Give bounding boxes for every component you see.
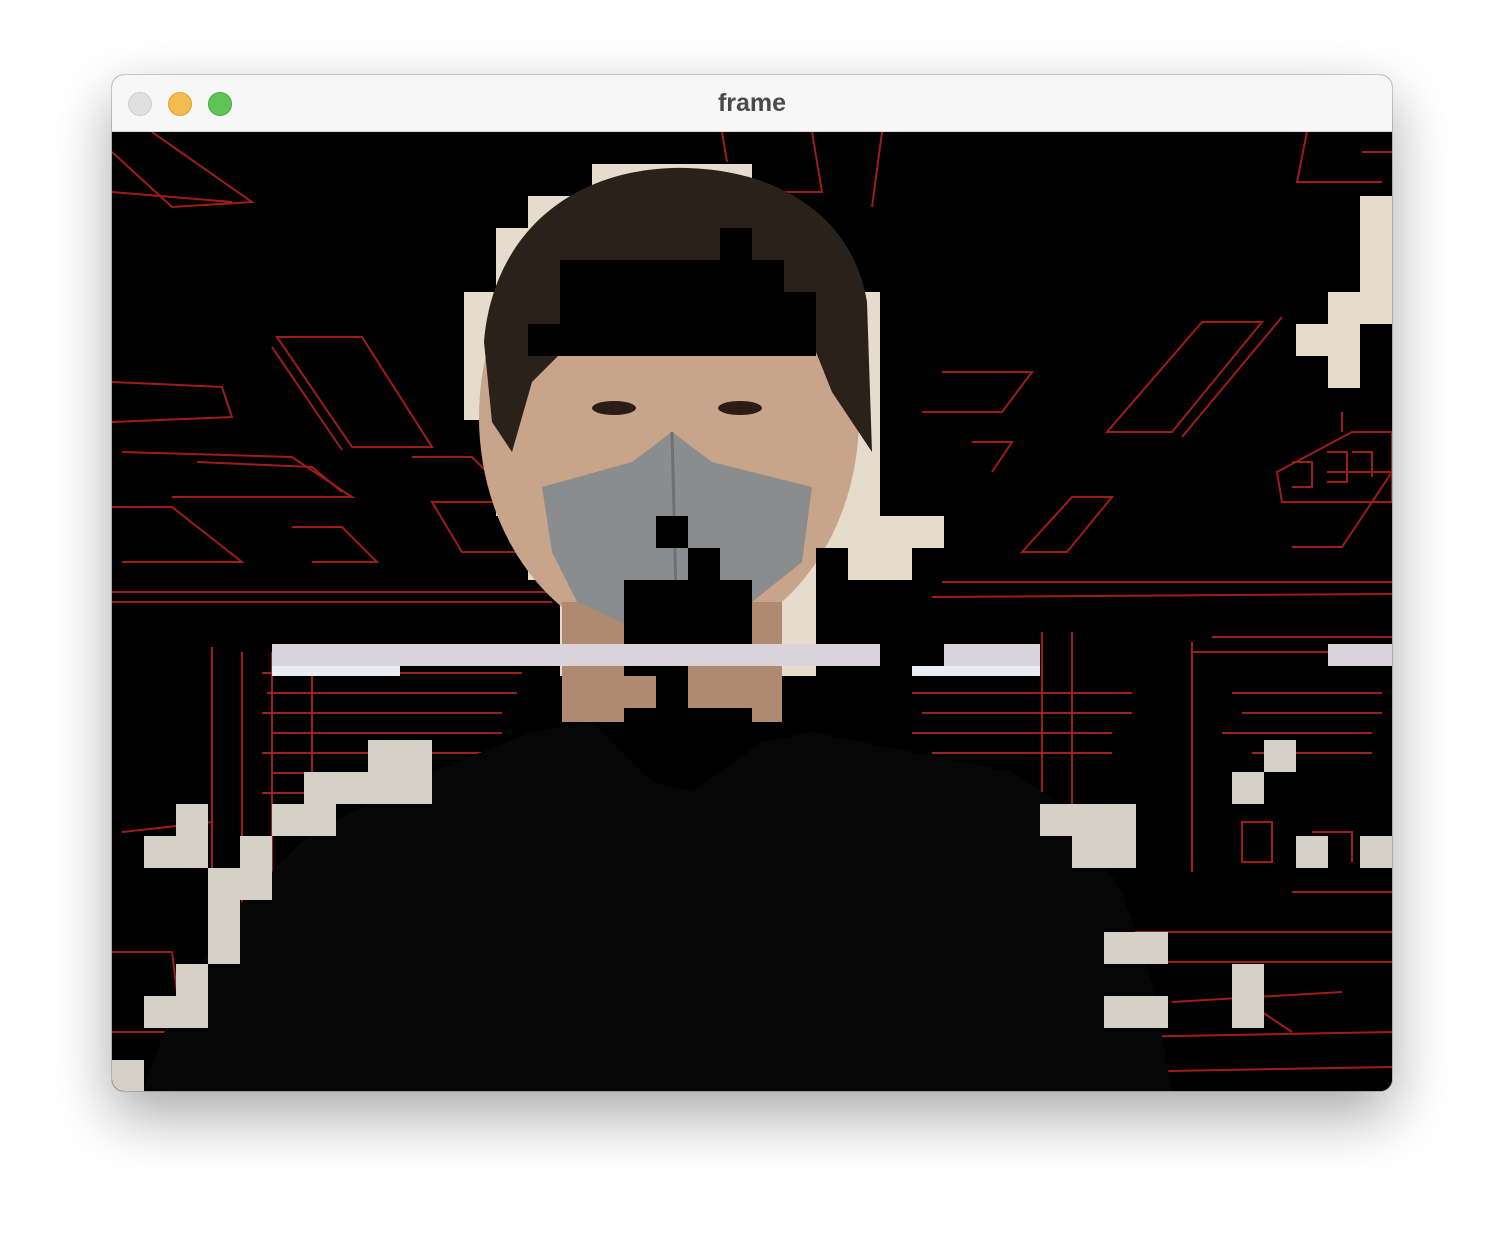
- app-window: frame: [112, 75, 1392, 1091]
- title-bar[interactable]: frame: [112, 75, 1392, 132]
- processed-camera-image: [112, 132, 1392, 1091]
- video-frame: [112, 132, 1392, 1091]
- window-title: frame: [717, 89, 787, 117]
